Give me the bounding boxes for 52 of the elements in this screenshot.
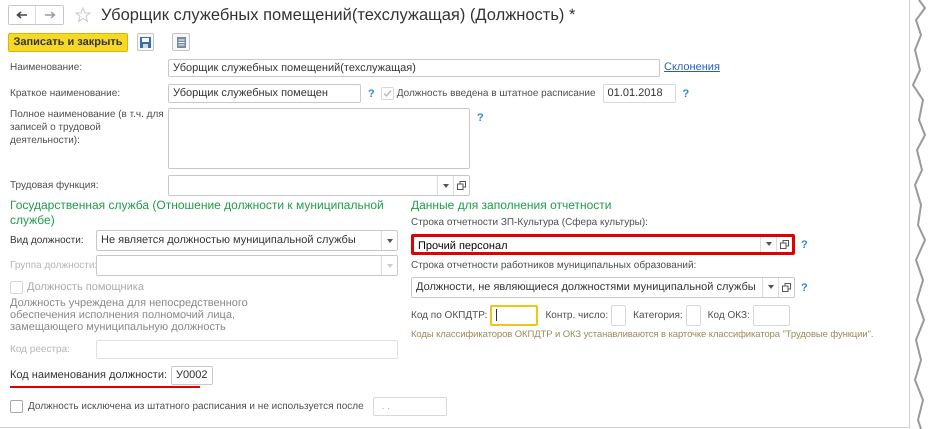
declensions-link[interactable]: Склонения — [664, 59, 720, 76]
report-row-field[interactable]: Должности, не являющиеся должностями муниципальной службы — [411, 276, 795, 298]
field-label: Полное наименование (в т.ч. для записей о трудовой деятельности): — [9, 108, 165, 147]
open-icon[interactable] — [776, 236, 792, 252]
hint-text: Коды классификаторов ОКПДТР и ОКЗ устанавливаются в карточке классификатора "Трудовые функции". — [411, 328, 874, 342]
save-close-button[interactable]: Записать и закрыть — [8, 32, 128, 52]
checkbox-label: Должность введена в штатное расписание — [396, 86, 596, 100]
star-icon[interactable] — [75, 7, 91, 23]
field-label: Категория: — [633, 308, 683, 322]
help-icon[interactable]: ? — [365, 88, 378, 100]
save-button[interactable] — [137, 33, 154, 51]
field-label: Код наименования должности: — [10, 368, 168, 383]
code-field[interactable] — [752, 304, 790, 326]
field-label: Строка отчетности работников муниципальных образований: — [411, 259, 698, 273]
checkbox-label: Должность исключена из штатного расписания и не используется после — [28, 400, 364, 414]
name-code-field[interactable]: У0002 — [171, 366, 213, 384]
full-name-field[interactable] — [168, 108, 470, 169]
checkbox[interactable] — [10, 400, 23, 413]
floppy-icon — [140, 36, 151, 48]
section-heading: Государственная служба (Отношение должности к муниципальной службе) — [10, 198, 385, 228]
field-label: Код по ОКПДТР: — [411, 308, 488, 322]
name-field[interactable]: Уборщик служебных помещений(техслужащая) — [168, 58, 660, 76]
open-icon[interactable] — [778, 278, 794, 296]
check-icon — [382, 88, 392, 98]
menu-button[interactable] — [172, 33, 190, 51]
field-label: Краткое наименование: — [9, 86, 122, 100]
combo-field[interactable]: Не является должностью муниципальной службы — [96, 230, 398, 251]
checkbox-label: Должность помощника — [27, 280, 144, 295]
field-label: Наименование: — [9, 61, 84, 75]
field-label: Вид должности: — [10, 234, 85, 248]
help-icon[interactable]: ? — [474, 112, 487, 124]
section-heading: Данные для заполнения отчетности — [411, 198, 613, 213]
field-label: Контр. число: — [545, 308, 608, 322]
window-title: Уборщик служебных помещений(техслужащая) (Должность) * — [101, 4, 576, 26]
field-label: Код ОКЗ: — [708, 308, 750, 322]
list-icon — [176, 36, 186, 48]
back-arrow-icon — [16, 11, 28, 19]
note-text: Должность учреждена для непосредственного обеспечения исполнения полномочий лица, замещающего муниципальную должность — [10, 297, 249, 333]
field-label: Трудовая функция: — [9, 179, 100, 193]
report-row-field[interactable]: Прочий персонал — [411, 234, 795, 254]
code-field[interactable] — [490, 304, 538, 326]
field-label: Группа должности: — [10, 259, 96, 273]
forward-arrow-icon — [44, 11, 56, 19]
help-icon[interactable]: ? — [798, 239, 811, 251]
open-icon[interactable] — [453, 176, 469, 195]
help-icon[interactable]: ? — [798, 282, 811, 294]
short-name-field[interactable]: Уборщик служебных помещен — [168, 84, 361, 102]
labor-function-field[interactable] — [168, 175, 470, 196]
field-label: Строка отчетности ЗП-Культура (Сфера культуры): — [411, 216, 649, 230]
code-field[interactable] — [611, 304, 626, 326]
field-label: Код реестра: — [10, 343, 71, 357]
code-field[interactable] — [686, 304, 701, 326]
